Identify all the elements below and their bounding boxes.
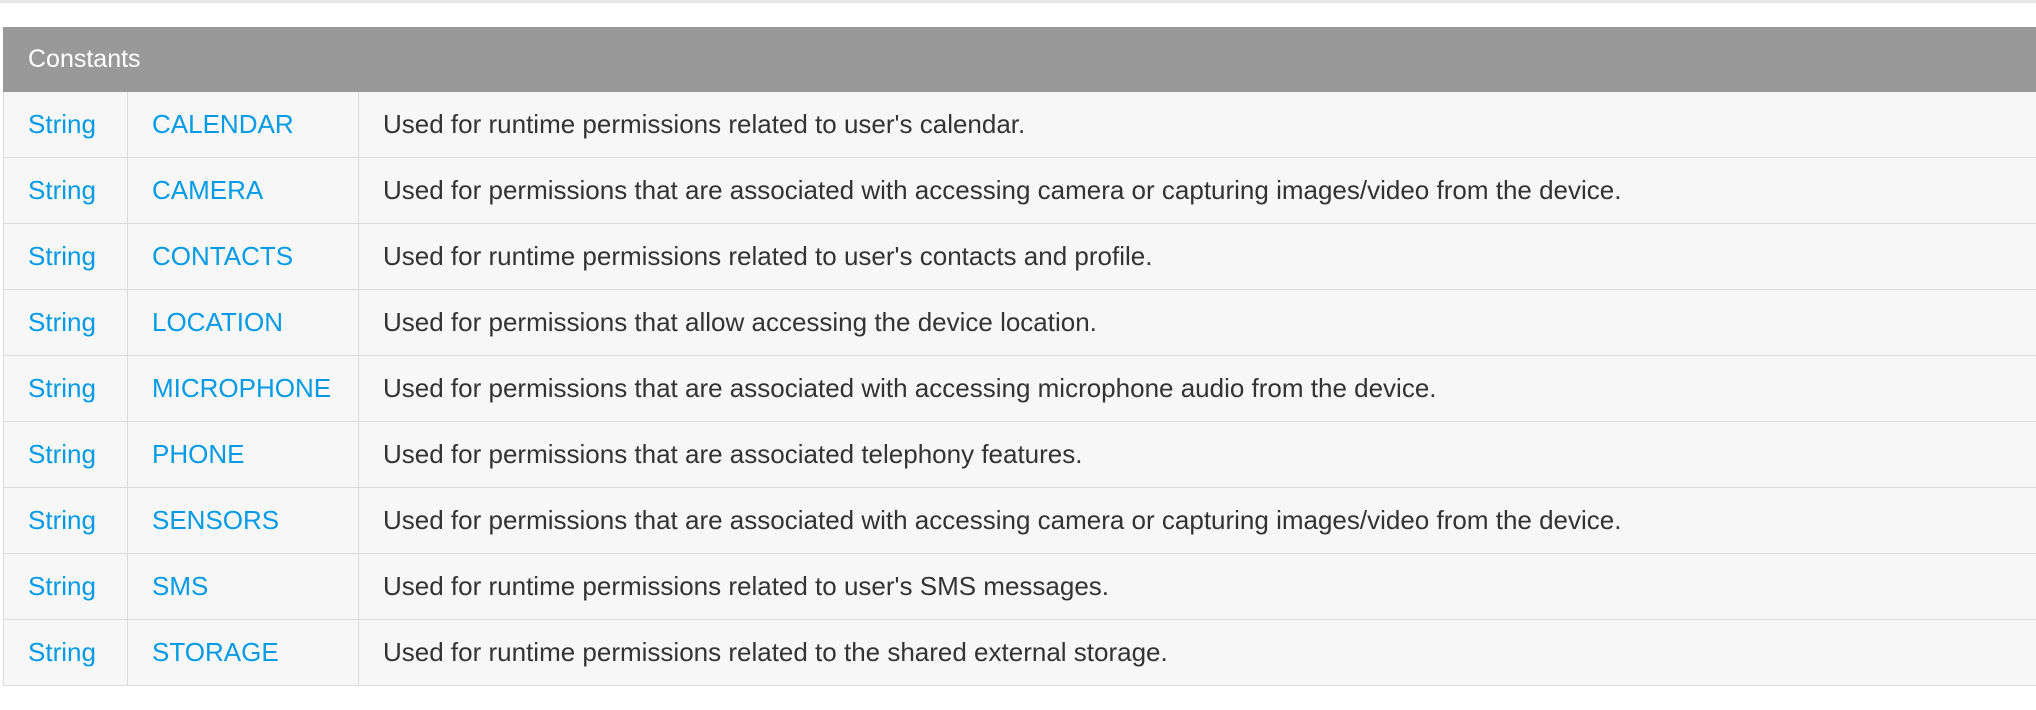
constant-link-camera[interactable]: CAMERA: [152, 175, 263, 205]
type-link[interactable]: String: [28, 505, 96, 535]
table-row: String SENSORS Used for permissions that…: [3, 487, 2036, 554]
type-cell: String: [3, 553, 128, 620]
name-cell: SMS: [127, 553, 359, 620]
type-link[interactable]: String: [28, 307, 96, 337]
constant-link-microphone[interactable]: MICROPHONE: [152, 373, 331, 403]
table-row: String CONTACTS Used for runtime permiss…: [3, 223, 2036, 290]
table-row: String SMS Used for runtime permissions …: [3, 553, 2036, 620]
type-link[interactable]: String: [28, 175, 96, 205]
top-divider: [0, 0, 2036, 3]
type-cell: String: [3, 619, 128, 686]
name-cell: STORAGE: [127, 619, 359, 686]
name-cell: MICROPHONE: [127, 355, 359, 422]
constant-link-contacts[interactable]: CONTACTS: [152, 241, 293, 271]
type-link[interactable]: String: [28, 373, 96, 403]
description-cell: Used for permissions that are associated…: [358, 355, 2036, 422]
type-link[interactable]: String: [28, 637, 96, 667]
type-link[interactable]: String: [28, 571, 96, 601]
constant-link-storage[interactable]: STORAGE: [152, 637, 279, 667]
name-cell: CAMERA: [127, 157, 359, 224]
type-cell: String: [3, 487, 128, 554]
description-cell: Used for runtime permissions related to …: [358, 553, 2036, 620]
table-row: String PHONE Used for permissions that a…: [3, 421, 2036, 488]
constant-link-calendar[interactable]: CALENDAR: [152, 109, 294, 139]
description-cell: Used for permissions that allow accessin…: [358, 289, 2036, 356]
name-cell: LOCATION: [127, 289, 359, 356]
constant-link-phone[interactable]: PHONE: [152, 439, 244, 469]
constant-link-sensors[interactable]: SENSORS: [152, 505, 279, 535]
constants-table: Constants String CALENDAR Used for runti…: [3, 27, 2036, 686]
type-cell: String: [3, 289, 128, 356]
type-cell: String: [3, 355, 128, 422]
name-cell: SENSORS: [127, 487, 359, 554]
type-link[interactable]: String: [28, 109, 96, 139]
table-header: Constants: [3, 27, 2036, 92]
name-cell: PHONE: [127, 421, 359, 488]
description-cell: Used for runtime permissions related to …: [358, 91, 2036, 158]
description-cell: Used for runtime permissions related to …: [358, 619, 2036, 686]
description-cell: Used for permissions that are associated…: [358, 421, 2036, 488]
table-row: String STORAGE Used for runtime permissi…: [3, 619, 2036, 686]
description-cell: Used for permissions that are associated…: [358, 487, 2036, 554]
type-cell: String: [3, 421, 128, 488]
table-row: String CAMERA Used for permissions that …: [3, 157, 2036, 224]
constant-link-sms[interactable]: SMS: [152, 571, 208, 601]
table-row: String LOCATION Used for permissions tha…: [3, 289, 2036, 356]
type-cell: String: [3, 223, 128, 290]
description-cell: Used for runtime permissions related to …: [358, 223, 2036, 290]
type-cell: String: [3, 91, 128, 158]
type-link[interactable]: String: [28, 241, 96, 271]
description-cell: Used for permissions that are associated…: [358, 157, 2036, 224]
table-row: String MICROPHONE Used for permissions t…: [3, 355, 2036, 422]
table-header-row: Constants: [3, 27, 2036, 92]
name-cell: CONTACTS: [127, 223, 359, 290]
constant-link-location[interactable]: LOCATION: [152, 307, 283, 337]
table-row: String CALENDAR Used for runtime permiss…: [3, 91, 2036, 158]
type-link[interactable]: String: [28, 439, 96, 469]
name-cell: CALENDAR: [127, 91, 359, 158]
type-cell: String: [3, 157, 128, 224]
